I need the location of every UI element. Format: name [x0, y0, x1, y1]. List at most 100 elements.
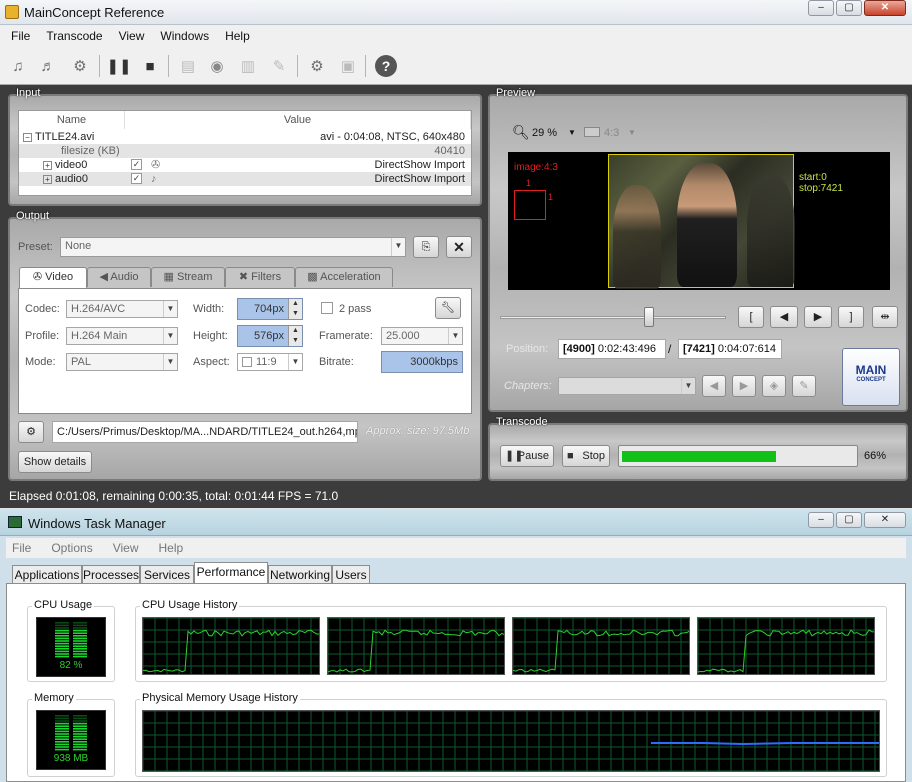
wrench-button[interactable]: 🔧︎: [435, 297, 461, 319]
menu-view[interactable]: View: [119, 29, 145, 47]
tab-applications[interactable]: Applications: [12, 565, 82, 584]
collapse-icon[interactable]: −: [23, 132, 32, 142]
wrench-icon: 🔧︎: [441, 302, 455, 314]
pause-button[interactable]: ❚❚ Pause: [500, 445, 554, 467]
film-icon: ✇: [32, 271, 46, 283]
tree-row-video[interactable]: + video0 ✓ ✇ DirectShow Import: [19, 158, 471, 172]
magnifier-icon[interactable]: 🔍︎: [512, 124, 530, 141]
tab-performance[interactable]: Performance: [194, 562, 268, 584]
mode-select[interactable]: PAL ▼: [66, 353, 178, 371]
expand-icon[interactable]: +: [43, 160, 52, 170]
spinner-arrows-icon[interactable]: ▲ ▼: [288, 326, 302, 346]
aspect-select[interactable]: 11:9 ▼: [237, 353, 303, 371]
tab-users[interactable]: Users: [332, 565, 370, 584]
delete-preset-button[interactable]: ✕: [446, 236, 472, 258]
mark-in-button[interactable]: [: [738, 306, 764, 328]
stop-button[interactable]: ■ Stop: [562, 445, 610, 467]
tm-tabs: Applications Processes Services Performa…: [6, 562, 906, 584]
meter-segment: [55, 741, 69, 743]
tree-row-file[interactable]: − TITLE24.avi avi - 0:04:08, NTSC, 640x48…: [19, 130, 471, 144]
tm-menu-view[interactable]: View: [113, 541, 139, 558]
prev-chapter-button[interactable]: ◀: [702, 375, 726, 397]
next-chapter-button[interactable]: ▶: [732, 375, 756, 397]
tab-stream[interactable]: ▦ Stream: [151, 267, 225, 287]
help-icon[interactable]: ?: [375, 55, 397, 77]
maximize-button[interactable]: ▢: [836, 512, 862, 528]
input-tree[interactable]: Name Value − TITLE24.avi avi - 0:04:08, N…: [18, 110, 472, 196]
col-value-header[interactable]: Value: [125, 111, 471, 129]
position-field[interactable]: [4900] 0:02:43:496: [558, 339, 666, 359]
fit-selection-button[interactable]: ⇹: [872, 306, 898, 328]
expand-icon[interactable]: +: [43, 174, 52, 184]
menu-windows[interactable]: Windows: [160, 29, 209, 47]
tm-menu-options[interactable]: Options: [51, 541, 92, 558]
preset-select[interactable]: None ▼: [60, 237, 406, 257]
bitrate-label: Bitrate:: [319, 356, 354, 368]
video-preview[interactable]: image:4:3 1 1 start:0 stop:7421: [508, 152, 890, 290]
aspect-icon: [584, 127, 600, 137]
step-forward-button[interactable]: ▶: [804, 306, 832, 328]
marker-b: 1: [548, 192, 554, 202]
minimize-button[interactable]: ‒: [808, 0, 834, 16]
video-checkbox[interactable]: ✓: [131, 159, 142, 170]
spinner-arrows-icon[interactable]: ▲ ▼: [288, 299, 302, 319]
close-button[interactable]: ✕: [864, 512, 906, 528]
tree-row-audio[interactable]: + audio0 ✓ ♪ DirectShow Import: [19, 172, 471, 186]
tab-filters[interactable]: ✖ Filters: [225, 267, 295, 287]
tm-menu-file[interactable]: File: [12, 541, 31, 558]
gear-icon[interactable]: ⚙: [70, 56, 90, 76]
edit-chapter-button[interactable]: ✎: [792, 375, 816, 397]
tab-video[interactable]: ✇ Video: [19, 267, 87, 288]
profile-select[interactable]: H.264 Main ▼: [66, 327, 178, 345]
tab-audio[interactable]: ◀ Audio: [87, 267, 151, 287]
tab-acceleration[interactable]: ▩ Acceleration: [295, 267, 393, 287]
add-chapter-button[interactable]: ◈: [762, 375, 786, 397]
export-icon[interactable]: ▣: [338, 56, 358, 76]
show-details-button[interactable]: Show details: [18, 451, 92, 473]
bitrate-field[interactable]: 3000kbps: [381, 351, 463, 373]
aspect-checkbox[interactable]: [242, 357, 252, 368]
add-file-icon[interactable]: ♬: [38, 56, 58, 76]
save-preset-button[interactable]: ⎘: [413, 236, 439, 258]
step-back-button[interactable]: ◀: [770, 306, 798, 328]
chevron-down-icon[interactable]: ▼: [628, 128, 636, 137]
width-spinner[interactable]: 704px ▲ ▼: [237, 298, 303, 320]
tab-processes[interactable]: Processes: [82, 565, 140, 584]
open-file-icon[interactable]: ♫: [8, 56, 28, 76]
codec-select[interactable]: H.264/AVC ▼: [66, 300, 178, 318]
chevron-down-icon: ▼: [681, 378, 695, 394]
menu-help[interactable]: Help: [225, 29, 250, 47]
output-settings-button[interactable]: ⚙: [18, 421, 44, 443]
framerate-select[interactable]: 25.000 ▼: [381, 327, 463, 345]
tree-row-filesize[interactable]: filesize (KB) 40410: [19, 144, 471, 158]
menu-file[interactable]: File: [11, 29, 30, 47]
height-spinner[interactable]: 576px ▲ ▼: [237, 325, 303, 347]
chapters-select[interactable]: ▼: [558, 377, 696, 395]
edit-icon[interactable]: ✎: [269, 56, 289, 76]
eye-icon[interactable]: ◉: [207, 56, 227, 76]
pause-icon[interactable]: ❚❚: [106, 56, 131, 76]
audio-checkbox[interactable]: ✓: [131, 173, 142, 184]
stop-icon[interactable]: ■: [140, 56, 160, 76]
col-name-header[interactable]: Name: [19, 111, 125, 129]
position-slider[interactable]: [500, 316, 726, 319]
tab-services[interactable]: Services: [140, 565, 194, 584]
document-icon[interactable]: ▤: [178, 56, 198, 76]
copy-icon[interactable]: ▥: [238, 56, 258, 76]
aspect-value[interactable]: 4:3: [604, 127, 619, 139]
close-button[interactable]: ✕: [864, 0, 906, 16]
meter-segment: [55, 720, 69, 722]
chevron-down-icon[interactable]: ▼: [568, 128, 576, 137]
settings-icon[interactable]: ⚙: [307, 56, 327, 76]
tm-menu-help[interactable]: Help: [159, 541, 184, 558]
tab-networking[interactable]: Networking: [268, 565, 332, 584]
slider-thumb[interactable]: [644, 307, 655, 327]
mark-out-button[interactable]: ]: [838, 306, 864, 328]
preset-value: None: [65, 240, 92, 252]
maximize-button[interactable]: ▢: [836, 0, 862, 16]
zoom-value[interactable]: 29 %: [532, 127, 557, 139]
output-path-field[interactable]: C:/Users/Primus/Desktop/MA...NDARD/TITLE…: [52, 421, 358, 443]
two-pass-checkbox[interactable]: [321, 302, 333, 314]
minimize-button[interactable]: ‒: [808, 512, 834, 528]
menu-transcode[interactable]: Transcode: [46, 29, 102, 47]
